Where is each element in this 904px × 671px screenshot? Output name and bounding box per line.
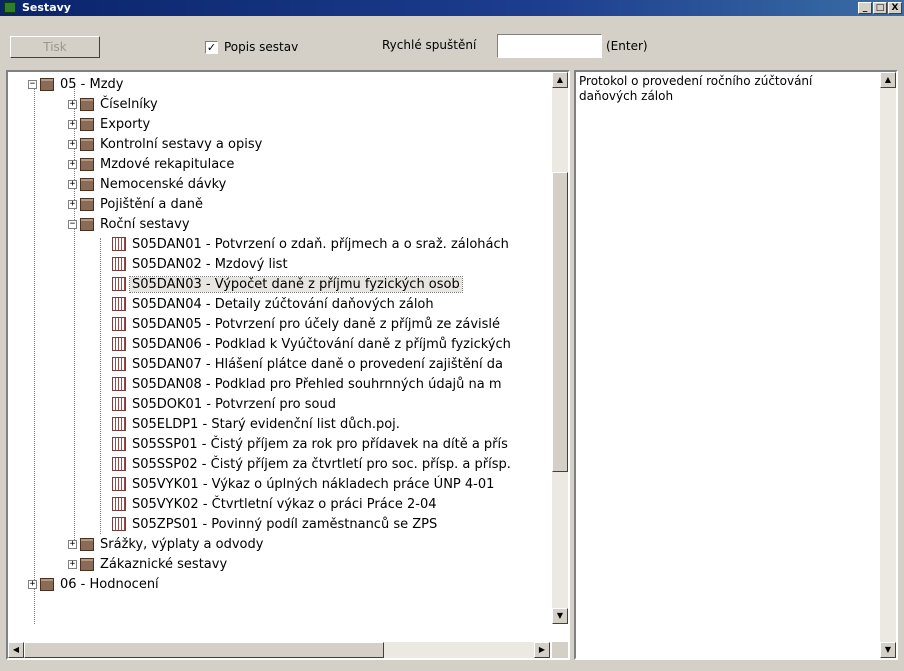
tree-report[interactable]: S05DAN01 - Potvrzení o zdaň. příjmech a … xyxy=(112,234,511,254)
close-button[interactable]: X xyxy=(888,2,902,14)
tree-node-hodnoceni[interactable]: + 06 - Hodnocení xyxy=(28,574,161,594)
report-icon xyxy=(112,337,126,351)
folder-icon xyxy=(80,557,94,571)
report-icon xyxy=(112,437,126,451)
tree-group-pojisteni[interactable]: + Pojištění a daně xyxy=(68,194,205,214)
report-description: Protokol o provedení ročního zúčtování d… xyxy=(579,74,813,103)
tree-report[interactable]: S05DAN02 - Mzdový list xyxy=(112,254,290,274)
report-icon xyxy=(112,357,126,371)
scroll-thumb[interactable] xyxy=(552,172,568,472)
tree-report[interactable]: S05DAN08 - Podklad pro Přehled souhrnnýc… xyxy=(112,374,504,394)
scroll-left-button[interactable]: ◀ xyxy=(8,642,24,658)
collapse-icon[interactable]: − xyxy=(68,219,77,229)
folder-icon xyxy=(80,537,94,551)
folder-icon xyxy=(40,577,54,591)
tree-report[interactable]: S05VYK01 - Výkaz o úplných nákladech prá… xyxy=(112,474,496,494)
report-icon xyxy=(112,417,126,431)
tree-report[interactable]: S05VYK02 - Čtvrtletní výkaz o práci Prác… xyxy=(112,494,439,514)
report-icon xyxy=(112,317,126,331)
enter-hint: (Enter) xyxy=(606,39,648,53)
expand-icon[interactable]: + xyxy=(68,99,77,109)
report-icon xyxy=(112,457,126,471)
tree-group-ciselniky[interactable]: + Číselníky xyxy=(68,94,160,114)
folder-icon xyxy=(80,177,94,191)
tree-group-rocni[interactable]: − Roční sestavy xyxy=(68,214,192,234)
report-icon xyxy=(112,237,126,251)
folder-icon xyxy=(80,217,94,231)
report-icon xyxy=(112,497,126,511)
report-icon xyxy=(112,477,126,491)
report-icon xyxy=(112,517,126,531)
show-description-label: Popis sestav xyxy=(224,40,299,54)
tree-report[interactable]: S05DAN05 - Potvrzení pro účely daně z př… xyxy=(112,314,502,334)
scroll-up-button[interactable]: ▲ xyxy=(552,72,568,88)
scroll-down-button[interactable]: ▼ xyxy=(552,608,568,624)
expand-icon[interactable]: + xyxy=(68,119,77,129)
folder-icon xyxy=(80,97,94,111)
tree-group-kontrolni[interactable]: + Kontrolní sestavy a opisy xyxy=(68,134,264,154)
expand-icon[interactable]: + xyxy=(68,199,77,209)
report-tree[interactable]: − 05 - Mzdy + Číselníky + Exporty + Kont… xyxy=(6,70,570,660)
tree-report[interactable]: S05ZPS01 - Povinný podíl zaměstnanců se … xyxy=(112,514,439,534)
title-bar: Sestavy _ □ X xyxy=(0,0,904,16)
tree-horizontal-scrollbar[interactable]: ◀ ▶ xyxy=(8,642,550,658)
app-icon xyxy=(4,2,16,13)
tree-report[interactable]: S05DAN04 - Detaily zúčtování daňových zá… xyxy=(112,294,436,314)
tree-group-nemocenske[interactable]: + Nemocenské dávky xyxy=(68,174,228,194)
expand-icon[interactable]: + xyxy=(68,139,77,149)
scroll-down-button[interactable]: ▼ xyxy=(880,642,896,658)
tree-node-root[interactable]: − 05 - Mzdy xyxy=(28,74,125,94)
maximize-button[interactable]: □ xyxy=(873,2,887,14)
tree-content: − 05 - Mzdy + Číselníky + Exporty + Kont… xyxy=(8,72,550,624)
tree-report[interactable]: S05DOK01 - Potvrzení pro soud xyxy=(112,394,338,414)
collapse-icon[interactable]: − xyxy=(28,79,37,89)
folder-icon xyxy=(80,157,94,171)
tree-report[interactable]: S05ELDP1 - Starý evidenční list důch.poj… xyxy=(112,414,402,434)
expand-icon[interactable]: + xyxy=(68,179,77,189)
description-pane: Protokol o provedení ročního zúčtování d… xyxy=(574,70,898,660)
tree-group-rekapitulace[interactable]: + Mzdové rekapitulace xyxy=(68,154,236,174)
report-icon xyxy=(112,257,126,271)
show-description-toggle[interactable]: ✓ Popis sestav xyxy=(205,38,298,56)
expand-icon[interactable]: + xyxy=(68,539,77,549)
tree-group-zakaznicke[interactable]: + Zákaznické sestavy xyxy=(68,554,229,574)
tree-report[interactable]: S05DAN06 - Podklad k Vyúčtování daně z p… xyxy=(112,334,513,354)
tree-report[interactable]: S05SSP02 - Čistý příjem za čtvrtletí pro… xyxy=(112,454,513,474)
show-description-checkbox[interactable]: ✓ xyxy=(205,40,218,54)
tree-report[interactable]: S05SSP01 - Čistý příjem za rok pro přída… xyxy=(112,434,510,454)
description-vertical-scrollbar[interactable]: ▲ ▼ xyxy=(880,72,896,658)
tree-vertical-scrollbar[interactable]: ▲ ▼ xyxy=(552,72,568,624)
scroll-right-button[interactable]: ▶ xyxy=(534,642,550,658)
folder-icon xyxy=(80,117,94,131)
folder-icon xyxy=(40,77,54,91)
expand-icon[interactable]: + xyxy=(68,559,77,569)
report-icon xyxy=(112,297,126,311)
expand-icon[interactable]: + xyxy=(68,159,77,169)
quick-run-input[interactable] xyxy=(497,34,602,58)
window-title: Sestavy xyxy=(22,1,71,14)
minimize-button[interactable]: _ xyxy=(858,2,872,14)
scroll-thumb[interactable] xyxy=(24,642,384,658)
quick-run-label: Rychlé spuštění xyxy=(382,38,477,52)
toolbar: Tisk ✓ Popis sestav Rychlé spuštění (Ent… xyxy=(0,16,904,62)
tree-group-srazky[interactable]: + Srážky, výplaty a odvody xyxy=(68,534,265,554)
scroll-corner xyxy=(552,642,568,658)
tree-report[interactable]: S05DAN07 - Hlášení plátce daně o provede… xyxy=(112,354,505,374)
tree-report-selected[interactable]: S05DAN03 - Výpočet daně z příjmu fyzický… xyxy=(112,274,463,294)
expand-icon[interactable]: + xyxy=(28,579,37,589)
report-icon xyxy=(112,377,126,391)
tree-group-exporty[interactable]: + Exporty xyxy=(68,114,152,134)
scroll-up-button[interactable]: ▲ xyxy=(880,72,896,88)
print-button[interactable]: Tisk xyxy=(10,36,100,58)
folder-icon xyxy=(80,197,94,211)
report-icon xyxy=(112,397,126,411)
report-icon xyxy=(112,277,126,291)
folder-icon xyxy=(80,137,94,151)
